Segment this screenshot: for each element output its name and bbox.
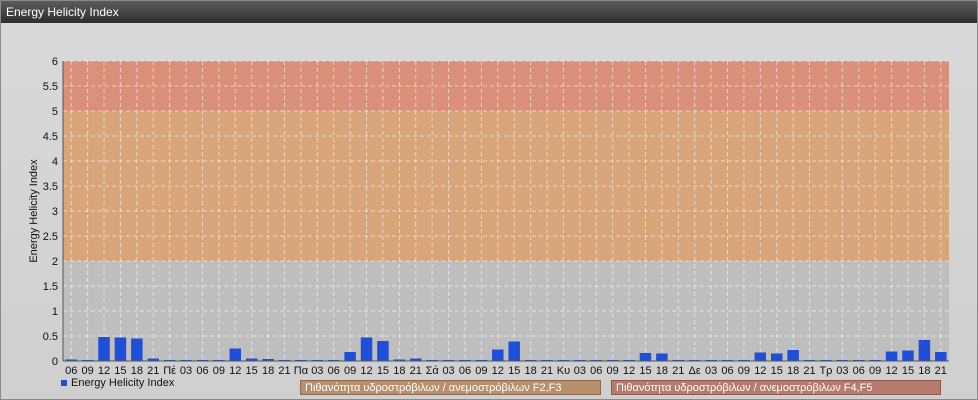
bar: [360, 337, 373, 361]
x-tick-label: 12: [623, 365, 635, 377]
x-tick-label: 15: [377, 365, 389, 377]
x-tick-label: 18: [524, 365, 536, 377]
x-tick-label: 15: [246, 365, 258, 377]
bar: [639, 353, 652, 361]
x-tick-label: 09: [607, 365, 619, 377]
x-tick-label: 21: [410, 365, 422, 377]
bar: [787, 350, 799, 361]
bar: [754, 352, 767, 361]
x-tick-label: 06: [590, 365, 602, 377]
bar: [492, 349, 504, 361]
x-tick-label: 18: [656, 365, 668, 377]
y-tick-label: 3.5: [43, 181, 58, 193]
x-tick-label: 21: [803, 365, 815, 377]
legend-band-f4-f5: Πιθανότητα υδροστρόβιλων / ανεμοστρόβιλω…: [611, 380, 941, 395]
y-tick-label: 4: [52, 156, 58, 168]
x-tick-label: 03: [442, 365, 454, 377]
x-tick-label: Πέ: [163, 365, 176, 377]
y-tick-label: 3: [52, 206, 58, 218]
bar: [131, 338, 143, 361]
y-tick-label: 5.5: [43, 81, 58, 93]
x-tick-label: 03: [311, 365, 323, 377]
x-tick-label: 06: [459, 365, 471, 377]
bar: [935, 352, 947, 361]
x-tick-label: 12: [885, 365, 897, 377]
x-tick-label: 12: [492, 365, 504, 377]
x-tick-label: 03: [180, 365, 192, 377]
x-tick-label: 15: [508, 365, 520, 377]
x-tick-label: 03: [836, 365, 848, 377]
bar: [508, 341, 520, 361]
bar: [344, 352, 356, 361]
y-tick-label: 0.5: [43, 331, 58, 343]
bar: [885, 351, 898, 361]
x-tick-label: 09: [213, 365, 225, 377]
x-tick-label: Σά: [426, 365, 440, 377]
x-tick-label: 15: [771, 365, 783, 377]
x-tick-label: 06: [196, 365, 208, 377]
x-tick-label: 06: [721, 365, 733, 377]
x-tick-label: 09: [869, 365, 881, 377]
y-tick-label: 1.5: [43, 281, 58, 293]
x-tick-label: 09: [475, 365, 487, 377]
x-tick-label: 21: [541, 365, 553, 377]
x-tick-label: 09: [738, 365, 750, 377]
bar: [114, 337, 127, 361]
x-tick-label: Δε: [689, 365, 701, 377]
x-tick-label: 15: [114, 365, 126, 377]
x-tick-label: 12: [98, 365, 110, 377]
y-tick-label: 2: [52, 256, 58, 268]
x-tick-label: 06: [853, 365, 865, 377]
x-tick-label: 18: [262, 365, 274, 377]
x-tick-label: 09: [344, 365, 356, 377]
y-tick-label: 5: [52, 106, 58, 118]
legend-series-swatch: [61, 380, 67, 386]
y-axis-label: Energy Helicity Index: [28, 159, 40, 263]
x-tick-label: 18: [918, 365, 930, 377]
window-title: Energy Helicity Index: [1, 1, 977, 23]
bar: [377, 341, 389, 361]
x-tick-label: 12: [360, 365, 372, 377]
bar: [98, 337, 110, 361]
chart-panel: Energy Helicity Index 0 0.5 1 1.5 2 2.5 3 3.5 4 4…: [0, 0, 978, 400]
y-tick-label: 6: [52, 56, 58, 68]
x-tick-label: 21: [672, 365, 684, 377]
y-tick-label: 2.5: [43, 231, 58, 243]
ehi-chart: 0 0.5 1 1.5 2 2.5 3 3.5 4 4.5 5 5.5 6 06 09 12 15 18 21 Πέ 0…: [28, 56, 949, 389]
x-tick-label: 21: [278, 365, 290, 377]
bar: [902, 350, 914, 361]
chart-area: 0 0.5 1 1.5 2 2.5 3 3.5 4 4.5 5 5.5 6 06 09 12 15 18 21 Πέ 0…: [1, 23, 977, 399]
x-tick-label: Πα: [294, 365, 309, 377]
x-tick-label: 06: [65, 365, 77, 377]
bar: [229, 348, 242, 361]
x-tick-label: 15: [902, 365, 914, 377]
y-tick-label: 4.5: [43, 131, 58, 143]
y-tick-label: 0: [52, 356, 58, 368]
x-tick-label: 18: [393, 365, 405, 377]
x-tick-label: 18: [131, 365, 143, 377]
x-tick-label: 03: [574, 365, 586, 377]
bar: [918, 340, 931, 361]
x-tick-label: Τρ: [819, 365, 832, 377]
x-tick-label: 09: [81, 365, 93, 377]
x-tick-label: 03: [705, 365, 717, 377]
x-tick-label: 06: [328, 365, 340, 377]
x-tick-label: Κυ: [557, 365, 570, 377]
y-tick-label: 1: [52, 306, 58, 318]
x-tick-label: 18: [787, 365, 799, 377]
legend-band-f2-f3: Πιθανότητα υδροστρόβιλων / ανεμοστρόβιλω…: [300, 380, 601, 395]
x-tick-label: 21: [147, 365, 159, 377]
x-tick-label: 12: [229, 365, 241, 377]
x-tick-label: 12: [754, 365, 766, 377]
legend-series-label: Energy Helicity Index: [71, 377, 175, 389]
x-tick-label: 21: [935, 365, 947, 377]
x-tick-label: 15: [639, 365, 651, 377]
bar: [656, 353, 668, 361]
bar: [770, 353, 783, 361]
